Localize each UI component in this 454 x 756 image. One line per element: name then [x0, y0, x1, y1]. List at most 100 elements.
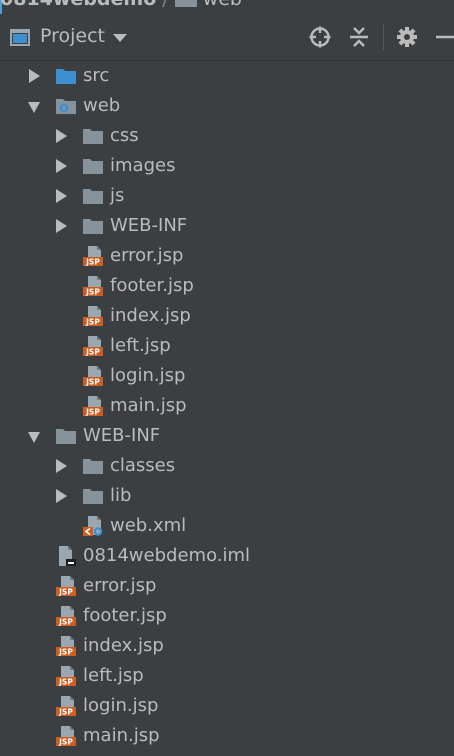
tree-node-label: WEB-INF	[83, 425, 161, 446]
collapsed-arrow-icon[interactable]	[56, 129, 67, 143]
jsp-file-icon: JSP	[56, 726, 76, 747]
tree-node-label: login.jsp	[110, 365, 186, 386]
project-view-selector[interactable]: Project	[40, 25, 105, 47]
iml-file-icon	[59, 546, 76, 566]
svg-text:JSP: JSP	[85, 378, 100, 387]
tree-file-node[interactable]: JSP left.jsp	[0, 331, 454, 361]
tree-file-node[interactable]: JSP footer.jsp	[0, 271, 454, 301]
project-tree: src web css images js WEB-INF JSP error.…	[0, 61, 454, 751]
project-window-icon	[10, 29, 30, 46]
tree-file-node[interactable]: JSP login.jsp	[0, 361, 454, 391]
tree-node-label: login.jsp	[83, 695, 159, 716]
jsp-file-icon: JSP	[56, 696, 76, 717]
breadcrumb-folder[interactable]: web	[203, 0, 242, 10]
chevron-down-icon[interactable]	[113, 34, 127, 42]
gear-icon[interactable]	[395, 25, 419, 49]
tree-node-label: images	[110, 155, 176, 176]
folder-icon	[83, 159, 103, 174]
collapse-all-icon[interactable]	[347, 25, 371, 49]
svg-text:JSP: JSP	[58, 618, 73, 627]
jsp-file-icon: JSP	[83, 396, 103, 417]
tree-node-label: main.jsp	[110, 395, 187, 416]
svg-text:JSP: JSP	[85, 318, 100, 327]
tree-folder-node[interactable]: WEB-INF	[0, 211, 454, 241]
tree-file-node[interactable]: JSP footer.jsp	[0, 601, 454, 631]
folder-icon	[83, 219, 103, 234]
breadcrumb: 0814webdemo / web	[0, 0, 454, 14]
tree-file-node[interactable]: 0814webdemo.iml	[0, 541, 454, 571]
jsp-file-icon: JSP	[56, 576, 76, 597]
tree-node-label: index.jsp	[110, 305, 191, 326]
collapsed-arrow-icon[interactable]	[56, 459, 67, 473]
tree-node-label: left.jsp	[83, 665, 144, 686]
collapsed-arrow-icon[interactable]	[29, 69, 40, 83]
tree-node-label: index.jsp	[83, 635, 164, 656]
tree-file-node[interactable]: JSP index.jsp	[0, 631, 454, 661]
svg-text:JSP: JSP	[58, 708, 73, 717]
tree-node-label: js	[110, 185, 125, 206]
tree-folder-node[interactable]: js	[0, 181, 454, 211]
tree-node-label: css	[110, 125, 139, 146]
tree-folder-node[interactable]: web	[0, 91, 454, 121]
folder-icon	[174, 0, 197, 7]
svg-text:JSP: JSP	[85, 288, 100, 297]
folder-icon	[83, 489, 103, 504]
folder-icon	[83, 129, 103, 144]
folder-icon	[83, 459, 103, 474]
tree-node-label: main.jsp	[83, 725, 160, 746]
source-folder-icon	[56, 69, 76, 84]
tree-file-node[interactable]: JSP main.jsp	[0, 391, 454, 421]
tree-file-node[interactable]: JSP error.jsp	[0, 571, 454, 601]
tree-file-node[interactable]: JSP error.jsp	[0, 241, 454, 271]
xml-file-icon	[83, 516, 103, 536]
jsp-file-icon: JSP	[83, 306, 103, 327]
tree-file-node[interactable]: JSP main.jsp	[0, 721, 454, 751]
expanded-arrow-icon[interactable]	[28, 432, 40, 443]
tree-folder-node[interactable]: src	[0, 61, 454, 91]
tree-folder-node[interactable]: classes	[0, 451, 454, 481]
jsp-file-icon: JSP	[83, 276, 103, 297]
tree-file-node[interactable]: JSP login.jsp	[0, 691, 454, 721]
project-tool-window-header: Project	[0, 14, 454, 61]
tree-file-node[interactable]: web.xml	[0, 511, 454, 541]
svg-text:JSP: JSP	[58, 738, 73, 747]
svg-text:JSP: JSP	[58, 648, 73, 657]
tree-folder-node[interactable]: images	[0, 151, 454, 181]
tree-folder-node[interactable]: css	[0, 121, 454, 151]
tree-node-label: error.jsp	[83, 575, 157, 596]
tree-node-label: WEB-INF	[110, 215, 188, 236]
jsp-file-icon: JSP	[56, 636, 76, 657]
collapsed-arrow-icon[interactable]	[56, 159, 67, 173]
svg-text:JSP: JSP	[85, 258, 100, 267]
breadcrumb-project[interactable]: 0814webdemo	[0, 0, 156, 10]
header-divider	[383, 24, 384, 50]
tree-node-label: web.xml	[110, 515, 187, 536]
tree-node-label: footer.jsp	[110, 275, 194, 296]
tree-node-label: error.jsp	[110, 245, 184, 266]
tree-node-label: left.jsp	[110, 335, 171, 356]
jsp-file-icon: JSP	[56, 666, 76, 687]
collapsed-arrow-icon[interactable]	[56, 189, 67, 203]
collapsed-arrow-icon[interactable]	[56, 219, 67, 233]
tree-node-label: web	[83, 95, 121, 116]
tree-node-label: footer.jsp	[83, 605, 167, 626]
breadcrumb-path: 0814webdemo / web	[0, 0, 242, 10]
svg-text:JSP: JSP	[85, 408, 100, 417]
tree-file-node[interactable]: JSP index.jsp	[0, 301, 454, 331]
hide-icon[interactable]	[434, 25, 454, 49]
locate-target-icon[interactable]	[308, 25, 332, 49]
jsp-file-icon: JSP	[83, 246, 103, 267]
svg-text:JSP: JSP	[58, 678, 73, 687]
tree-folder-node[interactable]: WEB-INF	[0, 421, 454, 451]
expanded-arrow-icon[interactable]	[28, 102, 40, 113]
tree-node-label: lib	[110, 485, 132, 506]
tree-file-node[interactable]: JSP left.jsp	[0, 661, 454, 691]
web-folder-icon	[56, 99, 76, 114]
folder-icon	[83, 189, 103, 204]
tree-node-label: classes	[110, 455, 176, 476]
collapsed-arrow-icon[interactable]	[56, 489, 67, 503]
folder-icon	[56, 429, 76, 444]
tree-folder-node[interactable]: lib	[0, 481, 454, 511]
tree-node-label: src	[83, 65, 110, 86]
jsp-file-icon: JSP	[56, 606, 76, 627]
